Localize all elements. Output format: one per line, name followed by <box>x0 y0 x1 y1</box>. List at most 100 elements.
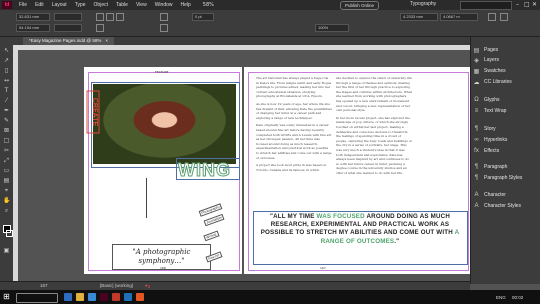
shear-icon[interactable] <box>96 24 104 32</box>
panel-label: Pages <box>484 47 499 53</box>
stroke-color-icon[interactable] <box>6 230 13 237</box>
menu-edit[interactable]: Edit <box>35 2 44 8</box>
file-explorer-icon[interactable] <box>76 293 84 301</box>
portrait-photo[interactable] <box>93 84 236 164</box>
start-icon[interactable]: ⊞ <box>3 293 11 301</box>
y-position-field[interactable]: 54.154 mm <box>16 24 50 32</box>
zoom-tool-icon[interactable]: ⌕ <box>3 207 10 214</box>
panel-swatches[interactable]: ▦ Swatches <box>473 66 539 76</box>
edge-icon[interactable] <box>64 293 72 301</box>
gap-tool-icon[interactable]: ↔ <box>3 77 10 84</box>
menu-type[interactable]: Type <box>75 2 86 8</box>
gradient-tool-icon[interactable]: ▭ <box>3 167 10 174</box>
preflight-errors[interactable]: ● 2 errors <box>145 283 159 294</box>
col2-paragraph: she decided to explore the vision of uni… <box>336 76 412 113</box>
page-tool-icon[interactable]: ▯ <box>3 67 10 74</box>
distribute-icon[interactable] <box>500 13 508 21</box>
rectangle-tool-icon[interactable]: □ <box>3 137 10 144</box>
screen-mode-icon[interactable]: ▣ <box>3 247 10 254</box>
panel-pages[interactable]: ▤ Pages <box>473 45 539 55</box>
cc-libraries-icon: ☁ <box>473 79 480 86</box>
firefox-taskbar-icon[interactable] <box>136 293 144 301</box>
language-indicator[interactable]: ENG <box>496 295 506 300</box>
maximize-icon[interactable]: □ <box>524 1 530 8</box>
menu-window[interactable]: Window <box>155 2 173 8</box>
pencil-tool-icon[interactable]: ✎ <box>3 117 10 124</box>
panel-label: Swatches <box>484 68 506 74</box>
panel-paragraph-styles[interactable]: ¶ Paragraph Styles <box>473 173 539 183</box>
x-position-field[interactable]: 32.631 mm <box>16 13 50 21</box>
vertical-title-text: CREATE <box>91 98 98 127</box>
menu-view[interactable]: View <box>136 2 147 8</box>
close-tab-icon[interactable]: × <box>105 38 108 43</box>
menu-table[interactable]: Table <box>116 2 128 8</box>
panel-glyphs[interactable]: Ω Glyphs <box>473 95 539 105</box>
panel-layers[interactable]: ◈ Layers <box>473 55 539 65</box>
control-panel: 32.631 mm 54.154 mm 0 pt 100% 4.2333 mm … <box>0 10 540 37</box>
pen-tool-icon[interactable]: ✒ <box>3 107 10 114</box>
panel-label: Paragraph Styles <box>484 175 523 181</box>
menu-file[interactable]: File <box>19 2 27 8</box>
search-input[interactable] <box>460 1 512 10</box>
zoom-level[interactable]: 58% <box>203 2 214 8</box>
free-transform-tool-icon[interactable]: ⤢ <box>3 157 10 164</box>
direct-selection-tool-icon[interactable]: ↗ <box>3 57 10 64</box>
panel-hyperlinks[interactable]: ∞ Hyperlinks <box>473 135 539 145</box>
app-taskbar-icon[interactable] <box>112 293 120 301</box>
panel-story[interactable]: ¶ Story <box>473 124 539 134</box>
clock[interactable]: 00:02 <box>512 295 523 300</box>
document-tab-title: *Easy Magazine Pages.indd @ 58% <box>29 38 102 43</box>
pull-quote: "ALL MY TIME WAS FOCUSED AROUND DOING AS… <box>256 213 464 246</box>
panel-paragraph[interactable]: ¶ Paragraph <box>473 162 539 172</box>
menu-layout[interactable]: Layout <box>52 2 67 8</box>
wing-title: WING <box>178 160 231 181</box>
flip-horizontal-icon[interactable] <box>96 13 104 21</box>
indesign-taskbar-icon[interactable] <box>100 293 108 301</box>
eyedropper-tool-icon[interactable]: ⌖ <box>3 187 10 194</box>
scale-field[interactable]: 100% <box>315 24 349 32</box>
col2-paragraph: In her more recent project, she has expl… <box>336 115 412 175</box>
reference-height-field[interactable]: 4.0667 m <box>440 13 478 21</box>
stroke-swatch-icon[interactable] <box>160 24 168 32</box>
menu-help[interactable]: Help <box>181 2 191 8</box>
body-column-2[interactable]: she decided to explore the vision of uni… <box>336 76 412 210</box>
type-tool-icon[interactable]: T <box>3 87 10 94</box>
swatches-icon: ▦ <box>473 68 480 75</box>
height-field[interactable] <box>54 24 82 32</box>
stroke-weight-field[interactable]: 0 pt <box>192 13 214 21</box>
left-folio: 168 <box>160 266 166 270</box>
fill-swatch-icon[interactable] <box>160 13 168 21</box>
align-icon[interactable] <box>488 13 496 21</box>
divider-line <box>146 178 147 218</box>
document-tab[interactable]: *Easy Magazine Pages.indd @ 58% × <box>23 37 115 45</box>
menu-object[interactable]: Object <box>94 2 108 8</box>
line-tool-icon[interactable]: ⁄ <box>3 97 10 104</box>
menu-bar: Id File Edit Layout Type Object Table Vi… <box>0 0 540 10</box>
panel-dock: ▤ Pages ◈ Layers ▦ Swatches ☁ CC Libraries Ω… <box>470 37 540 284</box>
panel-text-wrap[interactable]: ≡ Text Wrap <box>473 106 539 116</box>
reference-width-field[interactable]: 4.2333 mm <box>400 13 438 21</box>
publish-online-button[interactable]: Publish Online <box>340 1 380 10</box>
page-number-field[interactable]: 167 <box>40 283 48 288</box>
panel-cc-libraries[interactable]: ☁ CC Libraries <box>473 77 539 87</box>
panel-character-styles[interactable]: A Character Styles <box>473 201 539 211</box>
photoshop-taskbar-icon[interactable] <box>124 293 132 301</box>
flip-vertical-icon[interactable] <box>106 13 114 21</box>
hand-tool-icon[interactable]: ✋ <box>3 197 10 204</box>
minimize-icon[interactable]: – <box>516 1 519 8</box>
selection-tool-icon[interactable]: ↖ <box>3 47 10 54</box>
width-field[interactable] <box>54 13 82 21</box>
close-window-icon[interactable]: ✕ <box>532 1 537 8</box>
panel-effects[interactable]: fx Effects <box>473 146 539 156</box>
panel-character[interactable]: A Character <box>473 190 539 200</box>
workspace-switcher[interactable]: Typography <box>410 1 436 7</box>
store-icon[interactable] <box>88 293 96 301</box>
vertical-title-graphic[interactable]: CREATE <box>86 90 100 134</box>
body-column-1[interactable]: The art historian has always played a hu… <box>256 76 332 210</box>
taskbar-search-input[interactable] <box>16 293 58 303</box>
panel-label: Text Wrap <box>484 108 507 114</box>
scissors-tool-icon[interactable]: ✂ <box>3 147 10 154</box>
note-tool-icon[interactable]: ▤ <box>3 177 10 184</box>
rectangle-frame-tool-icon[interactable]: ⊠ <box>3 127 10 134</box>
rotate-icon[interactable] <box>116 13 124 21</box>
